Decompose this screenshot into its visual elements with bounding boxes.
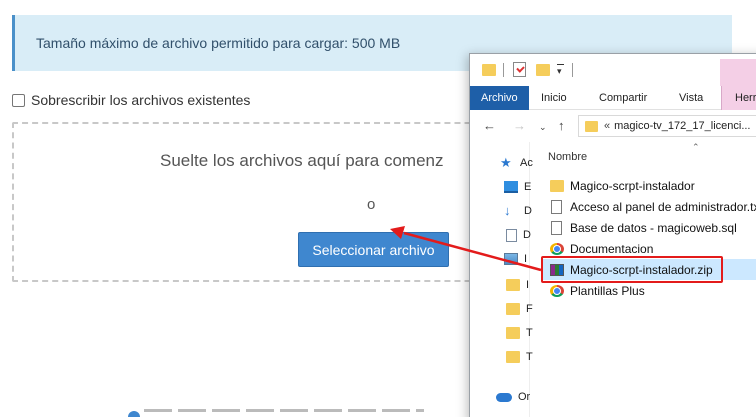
overwrite-label: Sobrescribir los archivos existentes (31, 92, 251, 108)
properties-icon[interactable] (513, 62, 526, 77)
recent-locations-icon[interactable]: ⌄ (539, 121, 547, 134)
folder-icon (585, 120, 598, 132)
tab-herramientas[interactable]: Herr (721, 86, 756, 110)
folder-icon (550, 179, 564, 192)
folder-icon (506, 303, 520, 315)
drop-zone-text: Suelte los archivos aquí para comenz (160, 151, 444, 170)
nav-item-documents[interactable]: D (506, 226, 531, 244)
star-icon: ★ (500, 155, 512, 170)
or-separator: o (367, 196, 376, 213)
file-name: Documentacion (570, 241, 654, 256)
footer-text-cropped (144, 409, 424, 412)
folder-icon (482, 64, 496, 76)
chrome-icon (550, 284, 564, 297)
title-tools-context (720, 59, 756, 86)
select-file-button[interactable]: Seleccionar archivo (298, 232, 449, 267)
folder-icon (506, 279, 520, 291)
folder-icon (506, 327, 520, 339)
forward-arrow-icon[interactable]: → (513, 119, 526, 132)
navigation-bar: ← → ⌄ ↑ « magico-tv_172_17_licenci... (470, 111, 756, 141)
desktop-icon (504, 181, 518, 193)
nav-item-folder[interactable]: T (506, 348, 533, 366)
back-arrow-icon[interactable]: ← (483, 119, 496, 132)
file-row[interactable]: Base de datos - magicoweb.sql (542, 217, 756, 238)
nav-item-desktop[interactable]: E (504, 178, 531, 196)
nav-item-folder[interactable]: F (506, 300, 533, 318)
nav-item-folder[interactable]: I (506, 276, 529, 294)
nav-item-images[interactable]: I (504, 250, 527, 268)
tab-compartir[interactable]: Compartir (599, 86, 647, 110)
file-name: Acceso al panel de administrador.txt (570, 199, 756, 214)
image-icon (504, 253, 518, 265)
select-file-label: Seleccionar archivo (312, 241, 435, 258)
quick-access-separator (503, 63, 504, 77)
max-size-text: Tamaño máximo de archivo permitido para … (36, 35, 401, 51)
nav-item-quick-access[interactable]: ★ Ac (500, 154, 533, 172)
overwrite-option[interactable]: Sobrescribir los archivos existentes (12, 92, 250, 108)
file-name: Base de datos - magicoweb.sql (570, 220, 737, 235)
up-arrow-icon[interactable]: ↑ (558, 119, 565, 132)
file-row[interactable]: Plantillas Plus (542, 280, 756, 301)
tab-inicio[interactable]: Inicio (541, 86, 567, 110)
address-path: magico-tv_172_17_licenci... (614, 120, 751, 132)
sql-file-icon (551, 220, 562, 235)
onedrive-icon (496, 392, 512, 402)
quick-access-separator (572, 63, 573, 77)
customize-toolbar-icon[interactable]: ▾ (557, 64, 564, 76)
document-icon (506, 228, 517, 242)
file-explorer-window[interactable]: ▾ Archivo Inicio Compartir Vista Herr ← … (469, 53, 756, 417)
overwrite-checkbox[interactable] (12, 93, 25, 107)
chrome-icon (550, 242, 564, 255)
tab-archivo[interactable]: Archivo (470, 86, 529, 110)
nav-item-onedrive[interactable]: Or (496, 388, 530, 406)
file-row[interactable]: Acceso al panel de administrador.txt (542, 196, 756, 217)
info-icon (128, 411, 140, 417)
ribbon-tabs: Archivo Inicio Compartir Vista Herr (470, 86, 756, 110)
nav-item-downloads[interactable]: ↓ D (504, 202, 532, 220)
highlight-box (541, 256, 723, 283)
nav-item-folder[interactable]: T (506, 324, 533, 342)
new-folder-icon[interactable] (536, 64, 550, 76)
navigation-pane: ★ Ac E ↓ D D I I F T T Or (470, 142, 533, 417)
text-file-icon (551, 199, 562, 214)
tab-vista[interactable]: Vista (679, 86, 703, 110)
file-name: Plantillas Plus (570, 283, 645, 298)
address-bar[interactable]: « magico-tv_172_17_licenci... (578, 115, 756, 137)
folder-icon (506, 351, 520, 363)
file-name: Magico-scrpt-instalador (570, 178, 695, 193)
breadcrumb-overflow[interactable]: « (604, 120, 610, 132)
footer-partial (128, 408, 428, 417)
column-header-nombre[interactable]: Nombre (548, 151, 587, 163)
file-row[interactable]: Magico-scrpt-instalador (542, 175, 756, 196)
sort-caret-icon: ⌃ (692, 142, 700, 152)
title-bar[interactable]: ▾ (470, 54, 756, 86)
download-icon: ↓ (504, 203, 511, 218)
